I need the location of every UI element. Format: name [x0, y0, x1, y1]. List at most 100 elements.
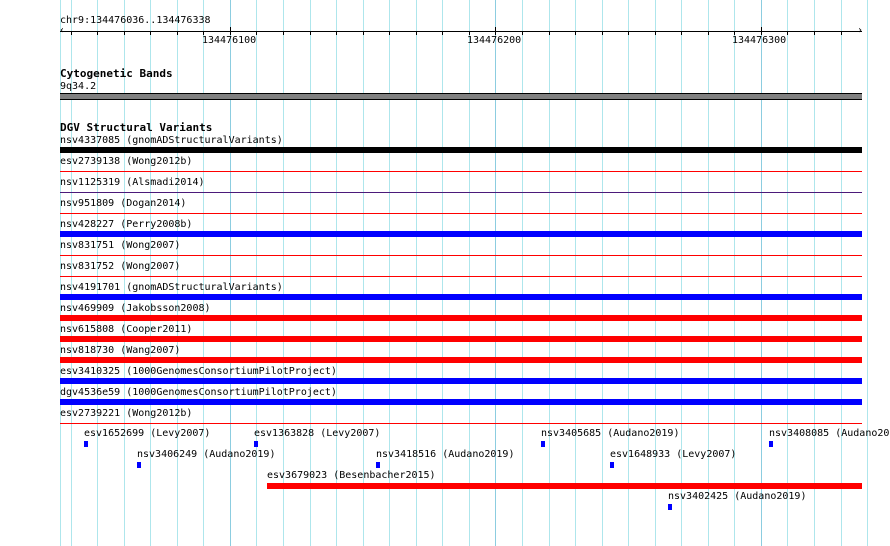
ruler-tick — [628, 31, 629, 35]
grid-line — [469, 0, 470, 546]
ruler-tick — [841, 31, 842, 35]
grid-line — [416, 0, 417, 546]
tick-label: 134476100 — [202, 35, 257, 46]
ruler-tick — [97, 31, 98, 35]
feature-bar[interactable] — [84, 441, 88, 447]
ruler-right-arrow-icon[interactable]: › — [857, 25, 863, 36]
ruler-left-arrow-icon[interactable]: ‹ — [59, 25, 65, 36]
feature-bar[interactable] — [137, 462, 141, 468]
feature-bar[interactable] — [60, 336, 862, 342]
ruler-tick — [761, 27, 762, 35]
feature-bar[interactable] — [60, 315, 862, 321]
feature-bar[interactable] — [541, 441, 545, 447]
grid-line — [442, 0, 443, 546]
ruler-tick — [442, 31, 443, 35]
feature-label: nsv3408085 (Audano2019) — [769, 428, 890, 439]
ruler-tick — [575, 31, 576, 35]
feature-label: nsv3406249 (Audano2019) — [137, 449, 276, 460]
feature-label: esv2739138 (Wong2012b) — [60, 156, 193, 167]
feature-bar[interactable] — [668, 504, 672, 510]
cytoband-bar[interactable] — [60, 93, 862, 100]
feature-line[interactable] — [60, 192, 862, 193]
grid-line — [549, 0, 550, 546]
ruler-tick — [150, 31, 151, 35]
grid-line — [628, 0, 629, 546]
grid-line — [522, 0, 523, 546]
grid-line — [495, 0, 496, 546]
ruler-tick — [655, 31, 656, 35]
ruler-tick — [71, 31, 72, 35]
grid-line — [177, 0, 178, 546]
feature-label: nsv831752 (Wong2007) — [60, 261, 181, 272]
feature-bar[interactable] — [610, 462, 614, 468]
feature-label: nsv818730 (Wang2007) — [60, 345, 181, 356]
ruler-tick — [363, 31, 364, 35]
ruler-tick — [416, 31, 417, 35]
ruler-tick — [336, 31, 337, 35]
feature-bar[interactable] — [267, 483, 862, 489]
feature-bar[interactable] — [60, 294, 862, 300]
feature-label: nsv3402425 (Audano2019) — [668, 491, 807, 502]
grid-line — [97, 0, 98, 546]
feature-bar[interactable] — [60, 357, 862, 363]
feature-label: esv1652699 (Levy2007) — [84, 428, 211, 439]
ruler-tick — [708, 31, 709, 35]
grid-line — [283, 0, 284, 546]
feature-label: nsv831751 (Wong2007) — [60, 240, 181, 251]
grid-line — [841, 0, 842, 546]
ruler-tick — [495, 27, 496, 35]
feature-line[interactable] — [60, 276, 862, 277]
grid-line — [867, 0, 868, 546]
ruler-tick — [549, 31, 550, 35]
grid-line — [363, 0, 364, 546]
grid-line — [310, 0, 311, 546]
track-title[interactable]: Cytogenetic Bands — [60, 68, 173, 79]
ruler-tick — [389, 31, 390, 35]
grid-line — [150, 0, 151, 546]
cytoband-label: 9q34.2 — [60, 81, 97, 92]
feature-bar[interactable] — [60, 399, 862, 405]
feature-label: nsv4191701 (gnomADStructuralVariants) — [60, 282, 283, 293]
feature-bar[interactable] — [769, 441, 773, 447]
grid-line — [761, 0, 762, 546]
grid-line — [389, 0, 390, 546]
grid-line — [575, 0, 576, 546]
feature-bar[interactable] — [376, 462, 380, 468]
track-title[interactable]: DGV Structural Variants — [60, 122, 212, 133]
grid-line — [814, 0, 815, 546]
feature-line[interactable] — [60, 171, 862, 172]
grid-line — [655, 0, 656, 546]
feature-label: nsv3418516 (Audano2019) — [376, 449, 515, 460]
ruler-tick — [787, 31, 788, 35]
ruler-tick — [602, 31, 603, 35]
feature-line[interactable] — [60, 213, 862, 214]
feature-label: esv3679023 (Besenbacher2015) — [267, 470, 436, 481]
tick-label: 134476300 — [732, 35, 787, 46]
feature-line[interactable] — [60, 423, 862, 424]
feature-label: dgv4536e59 (1000GenomesConsortiumPilotPr… — [60, 387, 337, 398]
grid-line — [708, 0, 709, 546]
grid-line — [787, 0, 788, 546]
feature-bar[interactable] — [60, 147, 862, 153]
feature-bar[interactable] — [254, 441, 258, 447]
feature-label: esv1648933 (Levy2007) — [610, 449, 737, 460]
feature-line[interactable] — [60, 255, 862, 256]
feature-label: nsv4337085 (gnomADStructuralVariants) — [60, 135, 283, 146]
tick-label: 134476200 — [467, 35, 522, 46]
feature-label: nsv3405685 (Audano2019) — [541, 428, 680, 439]
grid-line — [124, 0, 125, 546]
ruler-tick — [177, 31, 178, 35]
feature-label: esv2739221 (Wong2012b) — [60, 408, 193, 419]
ruler-tick — [283, 31, 284, 35]
feature-bar[interactable] — [60, 231, 862, 237]
grid-line — [336, 0, 337, 546]
ruler-tick — [681, 31, 682, 35]
grid-line — [681, 0, 682, 546]
feature-label: nsv1125319 (Alsmadi2014) — [60, 177, 205, 188]
grid-line — [256, 0, 257, 546]
feature-bar[interactable] — [60, 378, 862, 384]
feature-label: esv1363828 (Levy2007) — [254, 428, 381, 439]
grid-line — [203, 0, 204, 546]
feature-label: nsv469909 (Jakobsson2008) — [60, 303, 211, 314]
location-label: chr9:134476036..134476338 — [60, 15, 211, 26]
